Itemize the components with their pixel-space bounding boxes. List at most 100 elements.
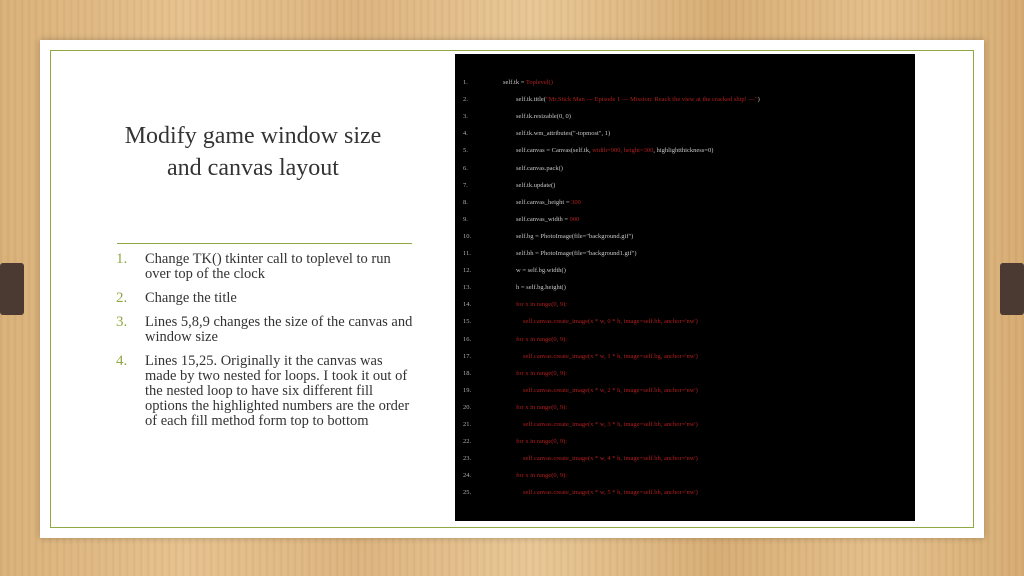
code-line: 19. self.canvas.create_image(x * w, 2 * h… [455,382,915,399]
line-number: 14. [463,301,472,309]
line-number: 19. [463,386,472,394]
code-text: self.canvas.create_image(x * w, 4 * h, i… [523,450,698,467]
right-slide-tab [1000,263,1024,315]
highlighted-code: for x in range(0, 9): [516,369,568,377]
code-line: 17. self.canvas.create_image(x * w, 1 * h… [455,348,915,365]
code-text: self.canvas.create_image(x * w, 3 * h, i… [523,416,698,433]
code-line: 5. self.canvas = Canvas(self.tk, width=90… [455,142,915,159]
highlighted-code: self.canvas.create_image(x * w, 0 * h, i… [523,318,698,326]
code-line: 24. for x in range(0, 9): [455,467,915,484]
highlighted-code: 900 [569,215,580,223]
code-line: 15. self.canvas.create_image(x * w, 0 * h… [455,313,915,330]
code-segment: self.bh = PhotoImage(file="background1.g… [516,250,637,257]
line-number: 13. [463,284,472,292]
highlighted-code: for x in range(0, 9): [516,472,568,480]
code-line: 16. for x in range(0, 9): [455,331,915,348]
line-number: 11. [463,250,471,257]
code-segment: self.canvas.pack() [516,164,563,172]
slide-title-line-1: Modify game window size [124,123,382,149]
code-segment: ) [757,96,760,104]
code-line: 14. for x in range(0, 9): [455,296,915,313]
code-segment: self.bg = PhotoImage(file="background.gi… [516,232,634,240]
code-text: self.canvas.create_image(x * w, 5 * h, i… [523,484,698,501]
line-number: 20. [463,403,472,411]
highlighted-code: self.canvas.create_image(x * w, 2 * h, i… [523,386,698,394]
code-text: self.tk = Toplevel() [503,74,553,91]
code-line: 3. self.tk.resizable(0, 0) [455,108,915,125]
code-text: self.bg = PhotoImage(file="background.gi… [516,228,633,245]
code-segment: self.tk = [503,79,526,86]
code-line: 12. w = self.bg.width() [455,262,915,279]
code-line: 6. self.canvas.pack() [455,160,915,177]
code-line: 1. self.tk = Toplevel() [455,74,915,91]
code-panel: 1. self.tk = Toplevel() 2. self.tk.title("M… [455,54,915,521]
line-number: 7. [463,181,468,189]
bullet-item: 4. Lines 15,25. Originally it the canvas… [116,354,416,429]
bullet-text: Change the title [145,290,237,306]
line-number: 5. [463,147,468,155]
bullet-number: 1. [116,251,128,267]
line-number: 23. [463,455,472,463]
highlighted-code: "Mr.Stick Man — Episode 1 — Mission: Rea… [545,96,758,104]
highlighted-code: Toplevel() [525,79,553,86]
code-text: for x in range(0, 9): [516,296,567,313]
code-line: 23. self.canvas.create_image(x * w, 4 * h… [455,450,915,467]
line-number: 10. [463,232,472,240]
code-line: 22. for x in range(0, 9): [455,433,915,450]
code-line: 8. self.canvas_height = 300 [455,194,915,211]
code-text: self.tk.resizable(0, 0) [516,108,571,125]
code-line: 21. self.canvas.create_image(x * w, 3 * h… [455,416,915,433]
line-number: 16. [463,335,472,343]
code-text: self.canvas.create_image(x * w, 2 * h, i… [523,382,698,399]
slide-title: Modify game window size and canvas layou… [110,120,396,184]
code-text: for x in range(0, 9): [516,433,567,450]
bullet-number: 2. [116,290,128,306]
code-line: 10. self.bg = PhotoImage(file="background… [455,228,915,245]
bullet-text: Lines 15,25. Originally it the canvas wa… [145,353,410,429]
code-text: for x in range(0, 9): [516,365,567,382]
line-number: 17. [463,352,472,360]
line-number: 8. [463,198,468,206]
code-line: 9. self.canvas_width = 900 [455,211,915,228]
code-segment: self.tk.title( [516,96,546,104]
code-text: for x in range(0, 9): [516,467,567,484]
bullet-item: 2. Change the title [116,291,416,306]
line-number: 12. [463,267,472,275]
code-text: self.canvas.create_image(x * w, 1 * h, i… [523,348,698,365]
code-segment: self.tk.update() [516,181,556,189]
code-segment: self.canvas = Canvas(self.tk, [516,147,593,155]
code-segment: self.canvas_width = [516,215,570,223]
code-line: 18. for x in range(0, 9): [455,365,915,382]
slide-title-line-2: and canvas layout [167,155,339,181]
line-number: 24. [463,472,472,480]
left-slide-tab [0,263,24,315]
code-text: self.tk.wm_attributes("-topmost", 1) [516,125,610,142]
code-text: for x in range(0, 9): [516,331,567,348]
code-line: 13. h = self.bg.height() [455,279,915,296]
bullet-number: 3. [116,314,128,330]
line-number: 4. [463,130,468,138]
highlighted-code: self.canvas.create_image(x * w, 3 * h, i… [523,421,698,428]
highlighted-code: self.canvas.create_image(x * w, 5 * h, i… [523,489,698,497]
highlighted-code: self.canvas.create_image(x * w, 4 * h, i… [523,455,698,463]
bullet-item: 3. Lines 5,8,9 changes the size of the c… [116,315,416,345]
line-number: 3. [463,113,468,121]
code-segment: self.canvas_height = [516,198,572,206]
highlighted-code: for x in range(0, 9): [516,403,568,411]
highlighted-code: self.canvas.create_image(x * w, 1 * h, i… [523,352,698,360]
code-line: 25. self.canvas.create_image(x * w, 5 * h… [455,484,915,501]
code-segment: self.tk.resizable(0, 0) [516,113,571,121]
highlighted-code: 300 [571,198,581,206]
line-number: 18. [463,369,472,377]
code-text: self.tk.title("Mr.Stick Man — Episode 1 … [516,91,760,108]
code-text: self.tk.update() [516,177,555,194]
code-line: 2. self.tk.title("Mr.Stick Man — Episode … [455,91,915,108]
code-line: 20. for x in range(0, 9): [455,399,915,416]
code-segment: , highlightthickness=0) [653,147,714,155]
highlighted-code: width=900, height=300 [592,147,654,155]
code-line: 11. self.bh = PhotoImage(file="background… [455,245,915,262]
code-text: for x in range(0, 9): [516,399,567,416]
code-text: h = self.bg.height() [516,279,566,296]
code-text: self.canvas_width = 900 [516,211,579,228]
bullet-text: Change TK() tkinter call to toplevel to … [145,251,391,282]
